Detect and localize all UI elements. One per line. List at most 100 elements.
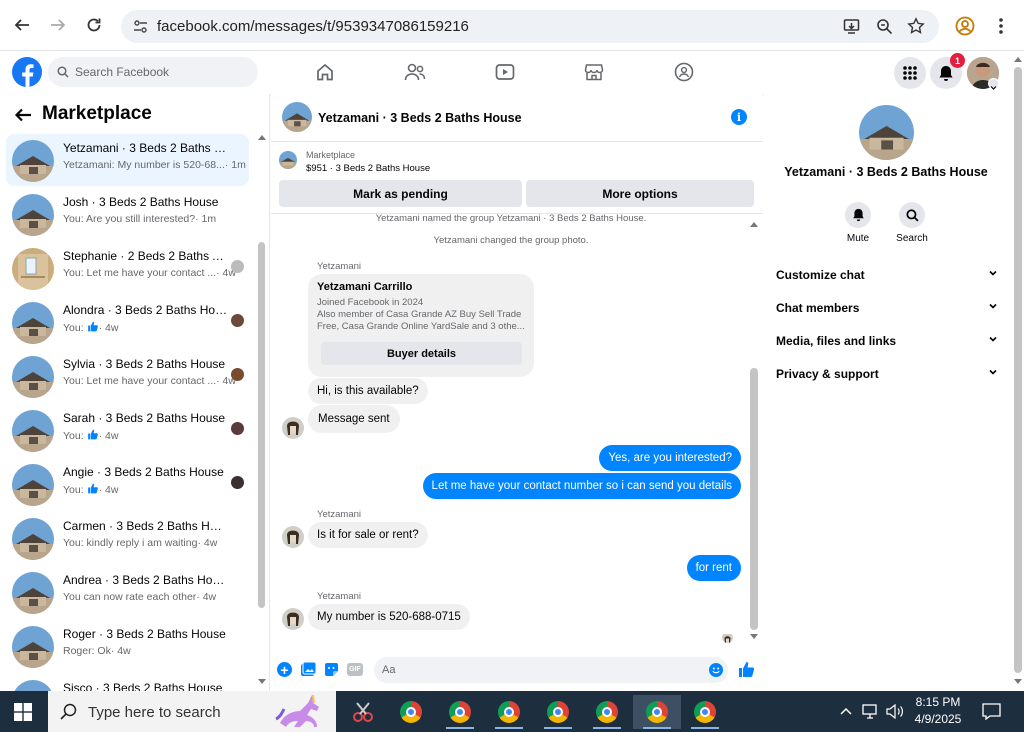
search-icon <box>57 66 69 78</box>
listing-thumbnail[interactable] <box>279 151 297 169</box>
chrome-profile-taskbar-icon[interactable] <box>443 695 477 729</box>
scroll-up-icon[interactable] <box>750 221 758 227</box>
scroll-down-icon[interactable] <box>258 679 266 685</box>
message-input[interactable]: Aa <box>374 657 728 683</box>
address-bar[interactable]: facebook.com/messages/t/9539347086159216 <box>121 10 939 43</box>
message-bubble[interactable]: Is it for sale or rent? <box>308 522 428 548</box>
buyer-details-button[interactable]: Buyer details <box>321 342 522 365</box>
conversation-item[interactable]: Alondra · 3 Beds 2 Baths Hou... You: · 4w <box>6 296 249 348</box>
conversation-item[interactable]: Stephanie · 2 Beds 2 Baths A... You: Let … <box>6 242 249 294</box>
chrome-profile-taskbar-icon[interactable] <box>492 695 526 729</box>
scroll-down-icon[interactable] <box>1014 679 1022 685</box>
conversation-avatar <box>12 410 54 452</box>
taskbar-date[interactable]: 4/9/2025 <box>910 712 966 726</box>
message-bubble[interactable]: Message sent <box>308 405 400 433</box>
chrome-profile-taskbar-icon[interactable] <box>541 695 575 729</box>
back-arrow-icon[interactable] <box>14 107 32 128</box>
groups-icon[interactable] <box>669 58 699 86</box>
conversation-item[interactable]: Sarah · 3 Beds 2 Baths House You: · 4w <box>6 404 249 456</box>
scroll-up-icon[interactable] <box>258 134 266 140</box>
message-bubble[interactable]: Yes, are you interested? <box>599 445 741 471</box>
volume-icon[interactable] <box>886 704 904 719</box>
kebab-menu-icon[interactable] <box>998 17 1004 40</box>
page-scroll-thumb[interactable] <box>1014 67 1022 673</box>
system-message: Yetzamani named the group Yetzamani · 3 … <box>375 213 647 224</box>
marketplace-icon[interactable] <box>579 58 609 86</box>
facebook-logo-icon[interactable] <box>12 57 42 87</box>
home-icon[interactable] <box>310 58 340 86</box>
friends-icon[interactable] <box>400 58 430 86</box>
marketplace-title: Marketplace <box>42 103 152 124</box>
video-icon[interactable] <box>490 58 520 86</box>
photo-icon[interactable] <box>300 662 316 677</box>
scroll-down-icon[interactable] <box>750 634 758 640</box>
conversation-item[interactable]: Angie · 3 Beds 2 Baths House You: · 4w <box>6 458 249 510</box>
like-icon[interactable] <box>738 661 755 678</box>
star-icon[interactable] <box>907 17 925 35</box>
sidebar-scrollbar[interactable] <box>258 242 265 608</box>
plus-icon[interactable]: + <box>277 662 292 677</box>
customize-chat-row[interactable]: Customize chat <box>776 268 1000 282</box>
chat-scrollbar[interactable] <box>750 368 758 630</box>
media-files-links-row[interactable]: Media, files and links <box>776 334 1000 348</box>
message-bubble[interactable]: Hi, is this available? <box>308 378 428 404</box>
conversation-name: Sisco · 3 Beds 2 Baths House <box>63 681 223 691</box>
preview-text: Roger: Ok <box>63 645 111 657</box>
chat-title[interactable]: Yetzamani · 3 Beds 2 Baths House <box>318 111 522 125</box>
preview-text: Yetzamani: My number is 520-68... <box>63 159 225 171</box>
taskbar-time[interactable]: 8:15 PM <box>910 695 966 709</box>
conversation-item[interactable]: Josh · 3 Beds 2 Baths House You: Are you … <box>6 188 249 240</box>
search-conversation-button[interactable] <box>899 202 925 228</box>
conversation-time: · 4w <box>110 645 131 657</box>
windows-start-icon[interactable] <box>6 695 40 729</box>
sender-avatar[interactable] <box>282 417 304 439</box>
sender-avatar[interactable] <box>282 608 304 630</box>
thumbs-up-icon <box>84 483 99 496</box>
conversation-item[interactable]: Roger · 3 Beds 2 Baths House Roger: Ok· 4… <box>6 620 249 672</box>
chat-info-avatar[interactable] <box>859 105 914 160</box>
taskbar-search-box[interactable]: Type here to search <box>48 691 336 732</box>
chrome-profile-taskbar-icon[interactable] <box>590 695 624 729</box>
conversation-item[interactable]: Carmen · 3 Beds 2 Baths House You: kindly… <box>6 512 249 564</box>
conversation-item[interactable]: Yetzamani · 3 Beds 2 Baths House Yetzaman… <box>6 134 249 186</box>
chevron-up-icon[interactable] <box>840 706 852 716</box>
conversation-item[interactable]: Andrea · 3 Beds 2 Baths House You can now… <box>6 566 249 618</box>
chrome-active-taskbar-icon[interactable] <box>633 695 681 729</box>
zoom-icon[interactable] <box>876 18 893 35</box>
menu-grid-button[interactable] <box>894 57 926 89</box>
sender-avatar[interactable] <box>282 526 304 548</box>
message-bubble[interactable]: My number is 520-688-0715 <box>308 604 470 630</box>
emoji-icon[interactable] <box>709 663 723 677</box>
mark-as-pending-button[interactable]: Mark as pending <box>279 180 522 207</box>
back-button[interactable] <box>8 10 36 40</box>
conversation-item[interactable]: Sisco · 3 Beds 2 Baths House <box>6 674 249 691</box>
snipping-tool-icon[interactable] <box>346 695 380 729</box>
chrome-taskbar-icon[interactable] <box>394 695 428 729</box>
reload-button[interactable] <box>80 10 108 40</box>
listing-title[interactable]: $951 · 3 Beds 2 Baths House <box>306 163 430 174</box>
privacy-support-row[interactable]: Privacy & support <box>776 367 1000 381</box>
install-app-icon[interactable] <box>843 18 860 35</box>
message-bubble[interactable]: for rent <box>686 555 741 581</box>
network-icon[interactable] <box>862 704 880 719</box>
profile-icon[interactable] <box>955 16 975 41</box>
info-icon[interactable]: i <box>731 109 747 125</box>
browser-toolbar: facebook.com/messages/t/9539347086159216 <box>0 0 1024 51</box>
chat-members-row[interactable]: Chat members <box>776 301 1000 315</box>
search-facebook-input[interactable]: Search Facebook <box>48 57 258 87</box>
account-chevron-icon[interactable] <box>988 78 999 90</box>
message-bubble[interactable]: Let me have your contact number so i can… <box>422 473 741 499</box>
chat-avatar[interactable] <box>282 102 312 132</box>
forward-button[interactable] <box>44 10 72 40</box>
conversation-item[interactable]: Sylvia · 3 Beds 2 Baths House You: Let me… <box>6 350 249 402</box>
sticker-icon[interactable] <box>324 662 339 677</box>
action-center-icon[interactable] <box>982 703 1001 720</box>
mute-button[interactable] <box>845 202 871 228</box>
site-info-icon[interactable] <box>133 19 148 34</box>
chrome-profile-taskbar-icon[interactable] <box>688 695 722 729</box>
scroll-up-icon[interactable] <box>1014 56 1022 62</box>
seen-avatar <box>231 368 244 381</box>
more-options-button[interactable]: More options <box>526 180 754 207</box>
page-scrollbar[interactable] <box>1012 51 1024 691</box>
gif-icon[interactable]: GIF <box>347 663 363 676</box>
